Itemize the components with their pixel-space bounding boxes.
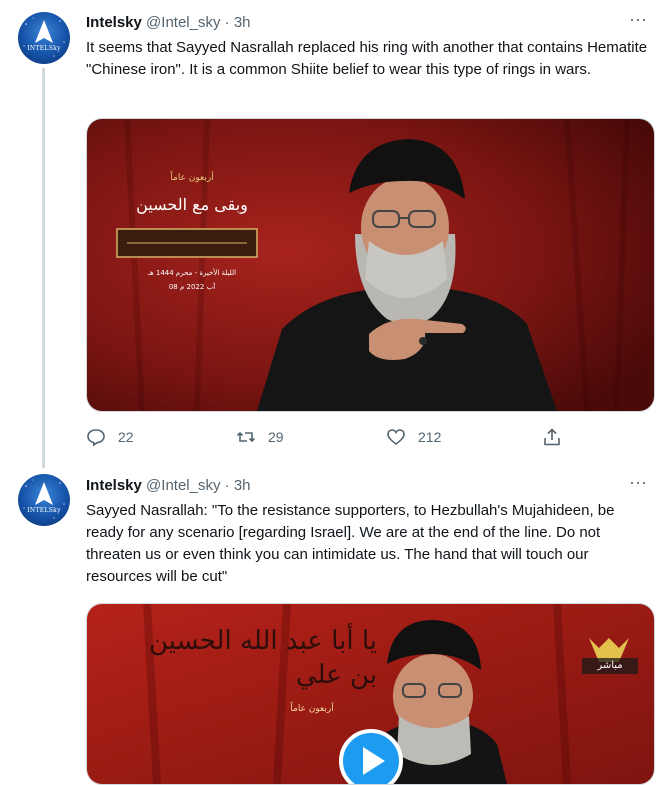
speaker-photo [87, 119, 654, 411]
thread-line [42, 68, 45, 468]
author-avatar[interactable]: INTELSky [18, 12, 70, 64]
avatar-text: INTELSky [27, 507, 61, 514]
tweet-header: Intelsky @Intel_sky · 3h [86, 13, 251, 33]
meta-separator: · [224, 14, 230, 31]
play-button[interactable] [341, 731, 401, 784]
share-button[interactable] [542, 427, 562, 447]
tweet-actions: 22 29 212 [86, 427, 566, 447]
tweet-2[interactable]: INTELSky Intelsky @Intel_sky · 3h ··· Sa… [0, 460, 666, 785]
avatar-logo-icon [23, 479, 65, 519]
heart-icon [387, 429, 405, 446]
banner-top-words: أربعون عاماً [290, 704, 334, 714]
channel-live-label: مباشر [597, 660, 623, 671]
retweet-count: 29 [268, 429, 284, 445]
tweet-media-image[interactable]: أربعون عاماً وبقى مع الحسين الليلة الأخي… [86, 118, 655, 412]
avatar-logo-icon [23, 17, 65, 57]
author-name[interactable]: Intelsky [86, 477, 142, 494]
tweet-time[interactable]: 3h [234, 477, 251, 494]
author-name[interactable]: Intelsky [86, 14, 142, 31]
meta-separator: · [224, 477, 230, 494]
author-handle[interactable]: @Intel_sky [146, 477, 220, 494]
calligraphy-text: يا أبا عبد الله الحسين بن علي [148, 626, 377, 690]
banner-date-hijri: الليلة الأخيرة - محرم 1444 هـ [147, 269, 237, 277]
tweet-time[interactable]: 3h [234, 14, 251, 31]
share-icon [544, 428, 560, 446]
more-options-button[interactable]: ··· [626, 473, 650, 495]
banner-date-gregorian: 08 آب 2022 م [168, 283, 216, 291]
reply-icon [87, 429, 105, 447]
tweet-text: It seems that Sayyed Nasrallah replaced … [86, 39, 648, 78]
tweet-1[interactable]: INTELSky Intelsky @Intel_sky · 3h ··· It… [0, 0, 666, 468]
tweet-header: Intelsky @Intel_sky · 3h [86, 476, 251, 496]
banner-top-words: أربعون عاماً [170, 173, 214, 183]
author-avatar[interactable]: INTELSky [18, 474, 70, 526]
avatar-text: INTELSky [27, 45, 61, 52]
tweet-media-video[interactable]: يا أبا عبد الله الحسين بن علي مباشر أربع… [86, 603, 655, 785]
reply-count: 22 [118, 429, 134, 445]
banner-title: وبقى مع الحسين [136, 195, 248, 214]
retweet-icon [236, 431, 256, 443]
tweet-text: Sayyed Nasrallah: "To the resistance sup… [86, 502, 615, 585]
author-handle[interactable]: @Intel_sky [146, 14, 220, 31]
more-options-button[interactable]: ··· [626, 10, 650, 32]
like-count: 212 [418, 429, 442, 445]
